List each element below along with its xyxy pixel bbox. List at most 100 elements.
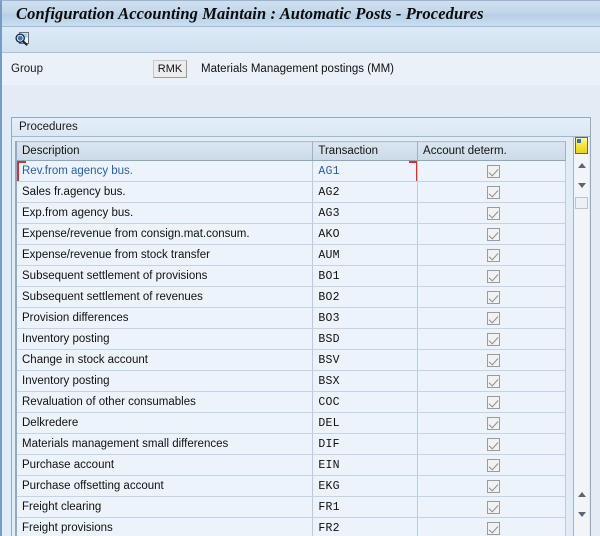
cell-description[interactable]: Inventory posting [17, 328, 314, 350]
cell-description[interactable]: Delkredere [17, 412, 314, 434]
table-row[interactable]: Rev.from agency bus. AG1 [17, 160, 566, 182]
cell-transaction[interactable]: EIN [312, 454, 419, 476]
table-row[interactable]: Materials management small differences DI… [17, 433, 566, 455]
table-row[interactable]: Exp.from agency bus. AG3 [17, 202, 566, 224]
account-determ-checkbox [487, 479, 501, 493]
cell-description[interactable]: Purchase account [17, 454, 314, 476]
cell-description[interactable]: Exp.from agency bus. [17, 202, 314, 224]
cell-account-determ [417, 181, 566, 203]
scrollbar-track-marker[interactable] [575, 197, 588, 209]
cell-transaction[interactable]: AG3 [312, 202, 419, 224]
cell-transaction[interactable]: AG2 [312, 181, 419, 203]
account-determ-checkbox [487, 437, 501, 451]
cell-transaction[interactable]: AG1 [312, 160, 419, 182]
cell-transaction[interactable]: BSD [312, 328, 419, 350]
cell-account-determ [417, 223, 566, 245]
cell-transaction[interactable]: BO2 [312, 286, 419, 308]
cell-account-determ [417, 202, 566, 224]
cell-description[interactable]: Inventory posting [17, 370, 314, 392]
cell-account-determ [417, 496, 566, 518]
cell-description[interactable]: Freight provisions [17, 517, 314, 536]
table-row[interactable]: Purchase account EIN [17, 454, 566, 476]
table-row[interactable]: Revaluation of other consumables COC [17, 391, 566, 413]
table-row[interactable]: Delkredere DEL [17, 412, 566, 434]
table-row[interactable]: Change in stock account BSV [17, 349, 566, 371]
column-header-description[interactable]: Description [17, 141, 314, 161]
page-title: Configuration Accounting Maintain : Auto… [16, 3, 484, 23]
form-spacer [2, 85, 600, 99]
scroll-up-icon-bottom[interactable] [575, 488, 588, 501]
table-row[interactable]: Purchase offsetting account EKG [17, 475, 566, 497]
cell-account-determ [417, 160, 566, 182]
table-row[interactable]: Freight clearing FR1 [17, 496, 566, 518]
cell-account-determ [417, 328, 566, 350]
cell-transaction[interactable]: DIF [312, 433, 419, 455]
table-row[interactable]: Inventory posting BSD [17, 328, 566, 350]
cell-transaction[interactable]: BSX [312, 370, 419, 392]
cell-transaction[interactable]: BSV [312, 349, 419, 371]
account-determ-checkbox [487, 185, 501, 199]
procedures-table: Description Transaction Account determ. … [17, 141, 566, 536]
cell-description[interactable]: Subsequent settlement of revenues [17, 286, 314, 308]
cell-account-determ [417, 286, 566, 308]
account-determ-checkbox [487, 458, 501, 472]
cell-transaction[interactable]: AKO [312, 223, 419, 245]
table-row[interactable]: Subsequent settlement of revenues BO2 [17, 286, 566, 308]
cell-account-determ [417, 475, 566, 497]
column-header-account-determ[interactable]: Account determ. [417, 141, 566, 161]
cell-transaction[interactable]: BO1 [312, 265, 419, 287]
sap-window: Configuration Accounting Maintain : Auto… [0, 0, 600, 536]
cell-transaction[interactable]: FR1 [312, 496, 419, 518]
cell-description[interactable]: Revaluation of other consumables [17, 391, 314, 413]
column-header-transaction[interactable]: Transaction [312, 141, 419, 161]
cell-description[interactable]: Purchase offsetting account [17, 475, 314, 497]
scroll-down-icon[interactable] [575, 179, 588, 192]
cell-description[interactable]: Expense/revenue from consign.mat.consum. [17, 223, 314, 245]
account-determ-checkbox [487, 311, 501, 325]
procedures-legend: Procedures [12, 118, 590, 137]
cell-account-determ [417, 265, 566, 287]
table-row[interactable]: Provision differences BO3 [17, 307, 566, 329]
cell-transaction[interactable]: COC [312, 391, 419, 413]
account-determ-checkbox [487, 290, 501, 304]
table-row[interactable]: Subsequent settlement of provisions BO1 [17, 265, 566, 287]
vertical-scrollbar[interactable] [573, 137, 589, 536]
display-details-button[interactable] [11, 30, 33, 50]
procedures-table-body: Rev.from agency bus. AG1 Sales fr.agency b… [17, 160, 566, 536]
cell-account-determ [417, 433, 566, 455]
account-determ-checkbox [487, 269, 501, 283]
account-determ-checkbox [487, 332, 501, 346]
cell-account-determ [417, 391, 566, 413]
cell-description[interactable]: Freight clearing [17, 496, 314, 518]
procedures-body: Description Transaction Account determ. … [12, 137, 590, 536]
cell-description[interactable]: Expense/revenue from stock transfer [17, 244, 314, 266]
procedures-group-box: Procedures Description Transaction Accou… [11, 117, 591, 536]
account-determ-checkbox [487, 416, 501, 430]
account-determ-checkbox [487, 206, 501, 220]
scrollbar-thumb[interactable] [575, 137, 588, 154]
cell-transaction[interactable]: AUM [312, 244, 419, 266]
cell-description[interactable]: Subsequent settlement of provisions [17, 265, 314, 287]
scroll-down-icon-bottom[interactable] [575, 508, 588, 521]
table-row[interactable]: Inventory posting BSX [17, 370, 566, 392]
group-key-input[interactable]: RMK [153, 59, 187, 78]
account-determ-checkbox [487, 164, 501, 178]
table-row[interactable]: Freight provisions FR2 [17, 517, 566, 536]
cell-description[interactable]: Provision differences [17, 307, 314, 329]
cell-transaction[interactable]: FR2 [312, 517, 419, 536]
cell-transaction[interactable]: DEL [312, 412, 419, 434]
table-row[interactable]: Expense/revenue from consign.mat.consum.… [17, 223, 566, 245]
cell-transaction[interactable]: EKG [312, 475, 419, 497]
table-row[interactable]: Sales fr.agency bus. AG2 [17, 181, 566, 203]
cell-account-determ [417, 307, 566, 329]
cell-transaction[interactable]: BO3 [312, 307, 419, 329]
cell-description[interactable]: Sales fr.agency bus. [17, 181, 314, 203]
cell-description[interactable]: Rev.from agency bus. [17, 160, 314, 182]
cell-account-determ [417, 370, 566, 392]
cell-description[interactable]: Change in stock account [17, 349, 314, 371]
group-label: Group [11, 62, 43, 75]
cell-description[interactable]: Materials management small differences [17, 433, 314, 455]
group-form-row: Group RMK Materials Management postings … [2, 53, 600, 85]
scroll-up-icon[interactable] [575, 159, 588, 172]
table-row[interactable]: Expense/revenue from stock transfer AUM [17, 244, 566, 266]
